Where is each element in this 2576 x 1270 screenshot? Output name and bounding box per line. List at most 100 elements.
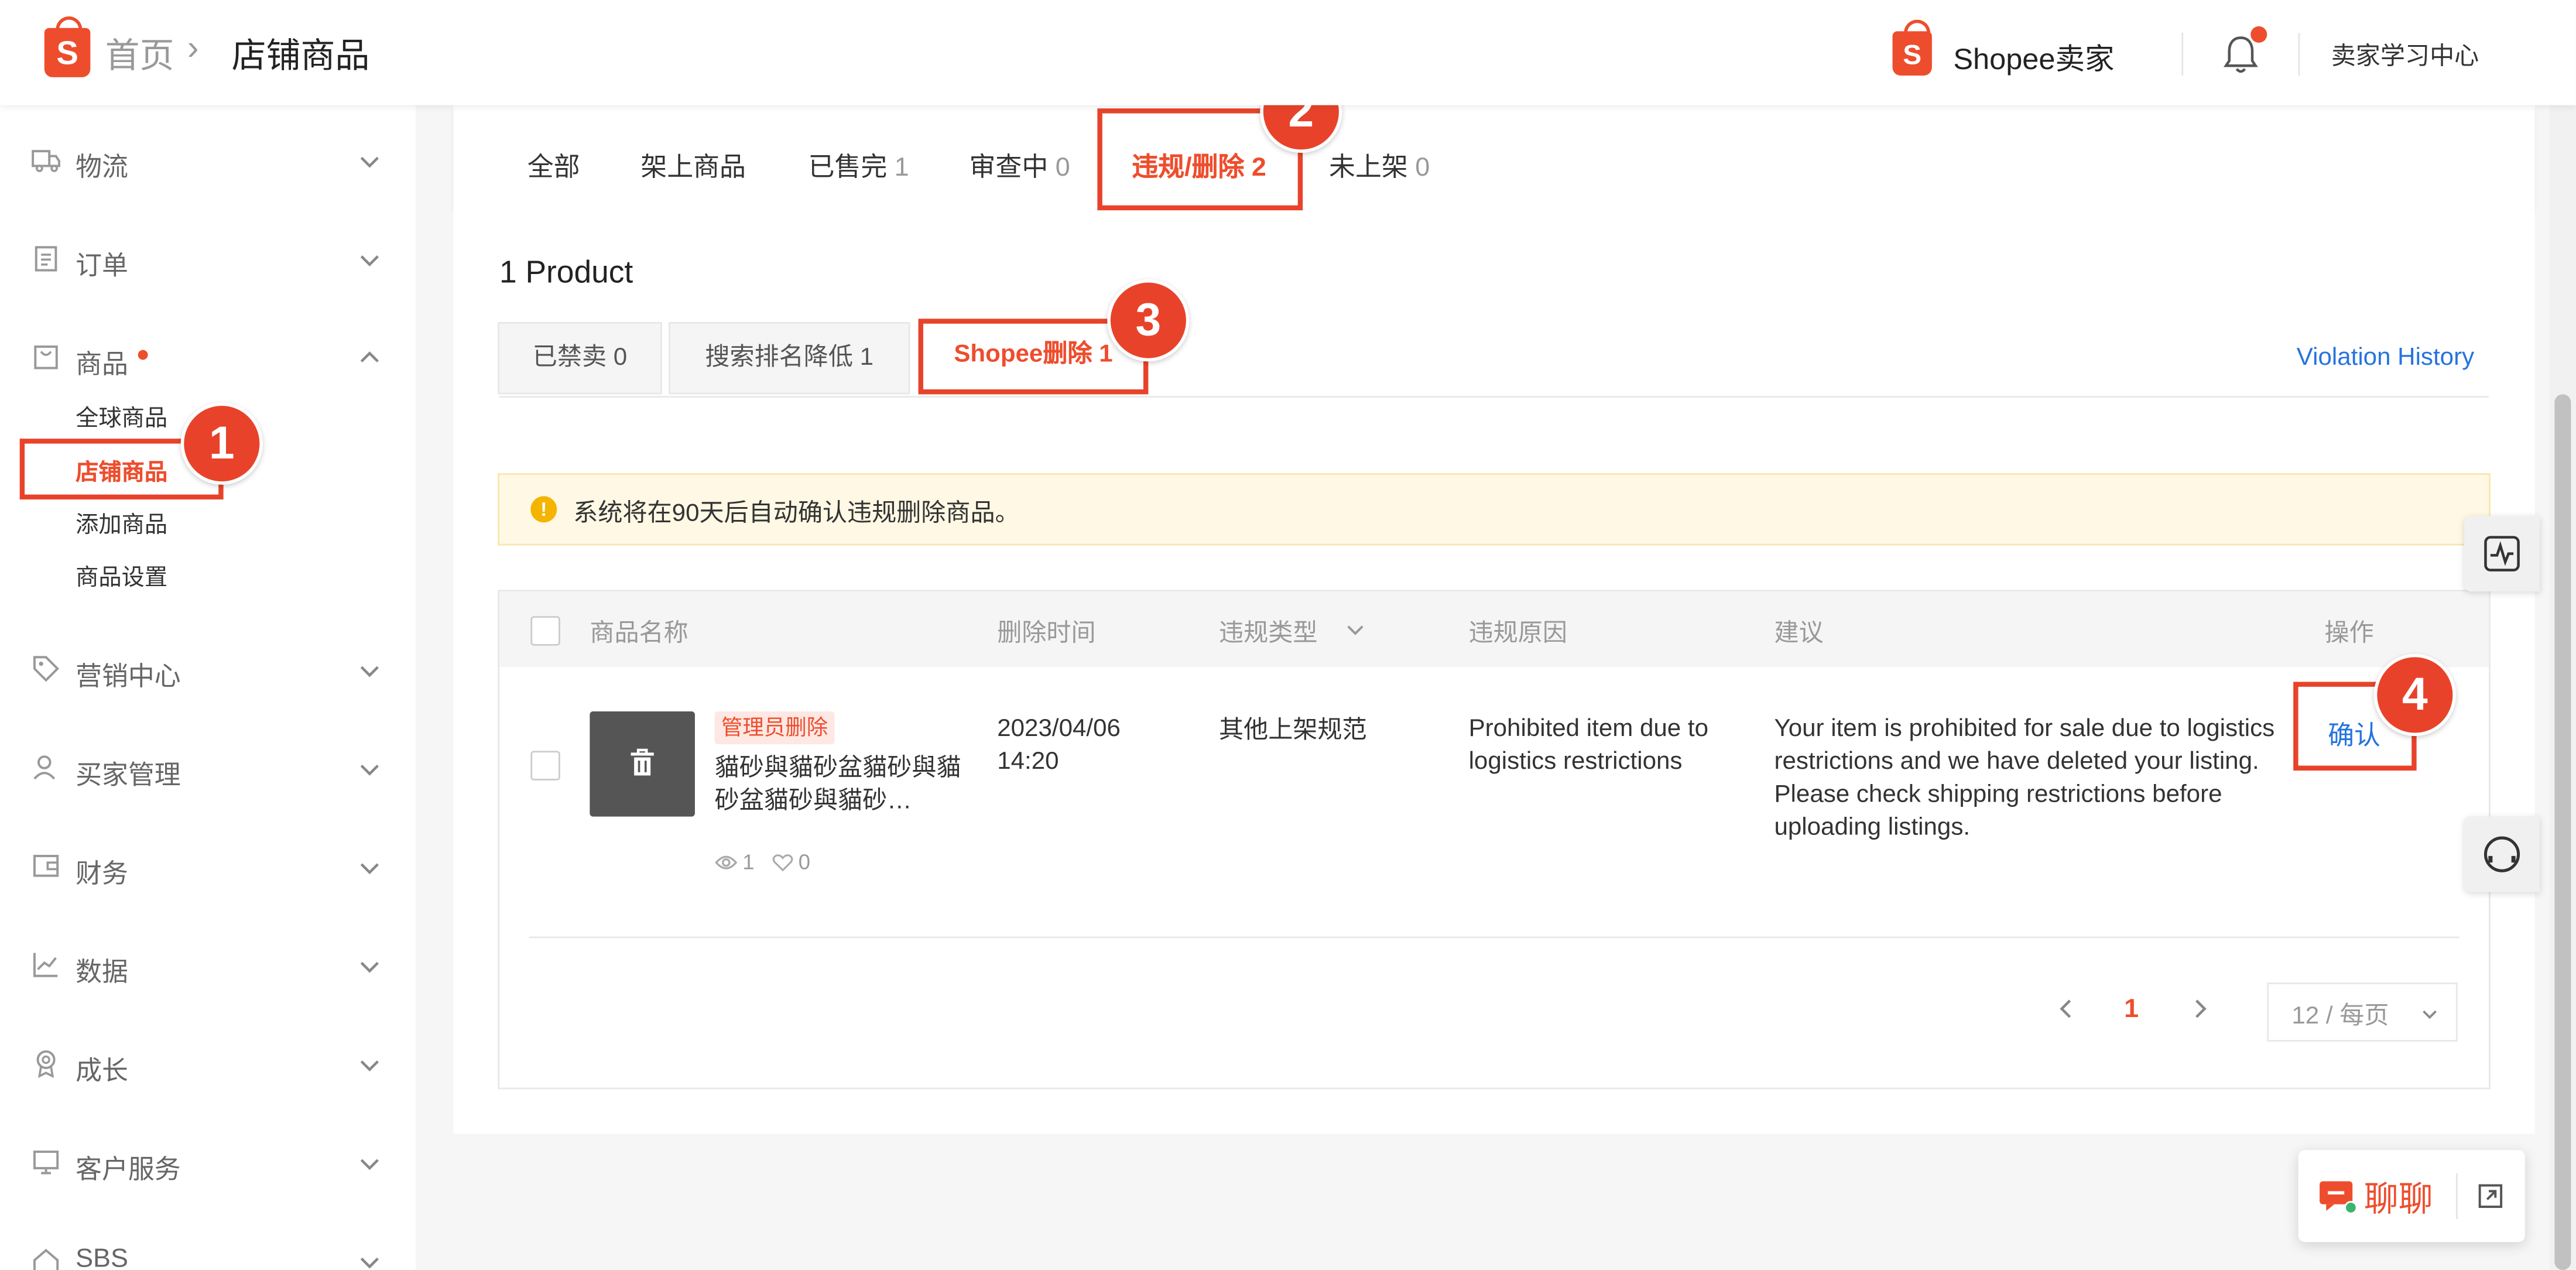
breadcrumb-separator: ›: [187, 29, 199, 68]
sidebar-item-products[interactable]: 商品: [0, 326, 416, 391]
sidebar-item-orders[interactable]: 订单: [0, 227, 416, 292]
step-marker-4: 4: [2373, 653, 2456, 737]
sidebar-label: 物流: [76, 154, 128, 183]
bag-icon: [34, 345, 58, 369]
brand-name[interactable]: Shopee卖家: [1953, 36, 2114, 79]
product-count: 1 Product: [499, 256, 633, 291]
support-button[interactable]: [2464, 816, 2540, 892]
sidebar-sub-add-product[interactable]: 添加商品: [76, 508, 167, 540]
trash-icon: [631, 748, 654, 776]
sidebar-label: 营销中心: [76, 663, 181, 692]
views-count: 1: [742, 849, 755, 874]
notification-dot: [2250, 26, 2267, 43]
col-action: 操作: [2324, 619, 2374, 648]
shopee-logo-icon[interactable]: S: [44, 16, 91, 77]
subtab-demoted[interactable]: 搜索排名降低 1: [669, 321, 910, 395]
new-dot: [138, 350, 148, 360]
sidebar-label: 客户服务: [76, 1156, 181, 1185]
chevron-down-icon: [2423, 1010, 2437, 1019]
chevron-down-icon: [360, 961, 379, 973]
chevron-down-icon: [360, 1060, 379, 1072]
sidebar-label: 买家管理: [76, 762, 181, 790]
headset-icon: [2483, 836, 2520, 872]
delete-time: 14:20: [997, 747, 1059, 776]
pulse-icon: [2484, 536, 2520, 571]
page-current[interactable]: 1: [2124, 995, 2139, 1025]
sidebar-item-buyers[interactable]: 买家管理: [0, 736, 416, 802]
chevron-down-icon: [360, 666, 379, 677]
truck-icon: [32, 150, 60, 172]
chevron-down-icon: [360, 765, 379, 776]
brand-logo-icon[interactable]: S: [1892, 19, 1932, 76]
row-checkbox[interactable]: [530, 751, 560, 781]
sidebar-sub-global-products[interactable]: 全球商品: [76, 401, 167, 434]
chevron-right-icon[interactable]: [2187, 995, 2213, 1022]
row-divider: [529, 936, 2459, 939]
tab-count: 0: [1415, 154, 1430, 183]
eye-icon: [715, 855, 738, 870]
sidebar-item-growth[interactable]: 成长: [0, 1032, 416, 1097]
subtab-banned[interactable]: 已禁卖 0: [498, 321, 662, 395]
chat-widget[interactable]: 聊聊: [2298, 1150, 2525, 1242]
header-divider: [2298, 33, 2300, 76]
col-delete-time: 删除时间: [997, 619, 1096, 648]
sidebar-item-marketing[interactable]: 营销中心: [0, 638, 416, 703]
medal-icon: [36, 1050, 56, 1078]
tab-reviewing[interactable]: 审查中 0: [970, 145, 1070, 184]
violation-reason: Prohibited item due to logistics restric…: [1468, 714, 1709, 776]
warning-icon: !: [530, 496, 557, 523]
tab-count: 1: [894, 154, 909, 183]
sidebar-item-data[interactable]: 数据: [0, 933, 416, 999]
user-icon: [33, 755, 56, 780]
confirm-label: 确认: [2328, 723, 2380, 751]
top-bar: S 首页 › 店铺商品 S Shopee卖家 卖家学习中心: [0, 0, 2576, 105]
notice-text: 系统将在90天后自动确认违规删除商品。: [573, 499, 1020, 528]
col-product-name: 商品名称: [590, 619, 688, 648]
line-chart-icon: [33, 953, 58, 977]
likes-count: 0: [798, 849, 811, 874]
tab-live[interactable]: 架上商品: [640, 145, 746, 184]
chat-label: 聊聊: [2363, 1181, 2433, 1220]
sidebar-item-finance[interactable]: 财务: [0, 834, 416, 900]
select-all-checkbox[interactable]: [530, 616, 560, 646]
chevron-down-icon: [360, 1257, 379, 1269]
col-suggestion: 建议: [1774, 619, 1824, 648]
sidebar-label: 成长: [76, 1058, 128, 1086]
tab-unlisted[interactable]: 未上架 0: [1329, 145, 1430, 184]
sidebar-label: 商品: [76, 351, 128, 380]
products-table: 商品名称 删除时间 违规类型 违规原因 建议 操作 管理员删除 貓砂與貓砂盆貓砂…: [498, 590, 2491, 1090]
chevron-down-icon: [1347, 625, 1364, 635]
col-violation-reason: 违规原因: [1468, 619, 1567, 648]
step-marker-3: 3: [1107, 279, 1190, 362]
sidebar-item-customer-service[interactable]: 客户服务: [0, 1131, 416, 1196]
notice-banner: ! 系统将在90天后自动确认违规删除商品。: [498, 473, 2491, 546]
expand-icon[interactable]: [2477, 1183, 2503, 1209]
activity-monitor-button[interactable]: [2464, 516, 2540, 592]
learning-center-link[interactable]: 卖家学习中心: [2331, 38, 2479, 73]
delete-date: 2023/04/06: [997, 714, 1121, 743]
tab-all[interactable]: 全部: [527, 145, 580, 184]
chevron-left-icon[interactable]: [2054, 995, 2080, 1022]
suggestion-text: Your item is prohibited for sale due to …: [1774, 714, 2275, 841]
chevron-down-icon: [360, 156, 379, 168]
sidebar-item-sbs[interactable]: SBS: [0, 1229, 416, 1270]
sidebar: 物流 订单 商品 全球商品 店铺商品 添加商品 商品设置 营销中心 买家管理 财…: [0, 105, 416, 1270]
product-name[interactable]: 貓砂與貓砂盆貓砂與貓砂盆貓砂與貓砂…: [715, 752, 961, 818]
per-page-select[interactable]: 12 / 每页: [2267, 982, 2458, 1042]
breadcrumb-home[interactable]: 首页: [105, 30, 174, 79]
scrollbar-thumb[interactable]: [2554, 394, 2571, 1270]
tab-count: 0: [1055, 154, 1070, 183]
violation-history-link[interactable]: Violation History: [2297, 343, 2474, 371]
tab-label: 全部: [527, 154, 580, 183]
sidebar-label: 财务: [76, 861, 128, 889]
sidebar-sub-product-settings[interactable]: 商品设置: [76, 560, 167, 593]
col-violation-type[interactable]: 违规类型: [1219, 614, 1364, 649]
clipboard-icon: [35, 246, 57, 272]
tag-icon: [33, 656, 59, 682]
heart-icon: [772, 854, 793, 872]
tab-soldout[interactable]: 已售完 1: [809, 145, 909, 184]
subtab-divider: [499, 396, 2489, 398]
tab-label: 架上商品: [640, 154, 746, 183]
sidebar-item-logistics[interactable]: 物流: [0, 128, 416, 194]
chevron-down-icon: [360, 1159, 379, 1170]
